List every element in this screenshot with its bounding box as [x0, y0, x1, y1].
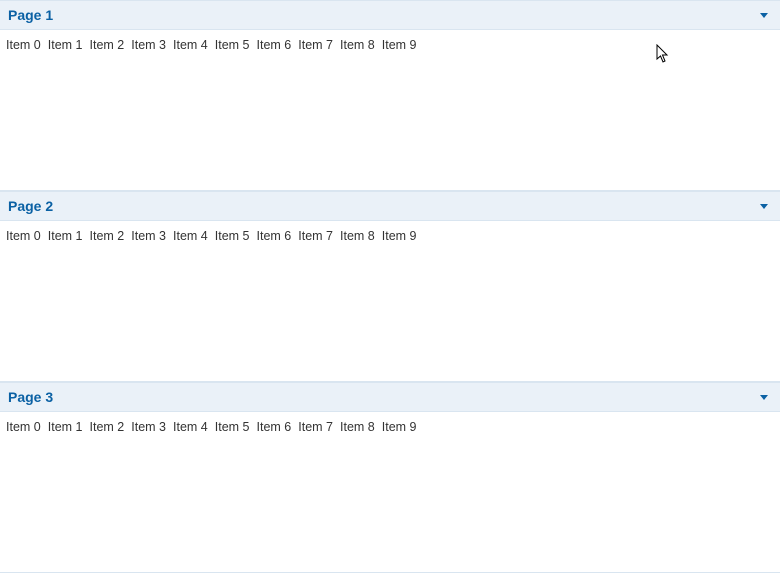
list-item[interactable]: Item 2 — [90, 36, 132, 54]
list-item[interactable]: Item 5 — [215, 36, 257, 54]
panel-body-page-3: Item 0 Item 1 Item 2 Item 3 Item 4 Item … — [0, 412, 780, 572]
list-item[interactable]: Item 1 — [48, 227, 90, 245]
list-item[interactable]: Item 5 — [215, 418, 257, 436]
item-row: Item 0 Item 1 Item 2 Item 3 Item 4 Item … — [6, 36, 774, 54]
list-item[interactable]: Item 4 — [173, 227, 215, 245]
list-item[interactable]: Item 9 — [382, 36, 424, 54]
list-item[interactable]: Item 7 — [298, 418, 340, 436]
list-item[interactable]: Item 1 — [48, 36, 90, 54]
list-item[interactable]: Item 6 — [257, 227, 299, 245]
panel-header-page-3[interactable]: Page 3 — [0, 383, 780, 412]
list-item[interactable]: Item 5 — [215, 227, 257, 245]
list-item[interactable]: Item 3 — [131, 227, 173, 245]
panel-page-2: Page 2 Item 0 Item 1 Item 2 Item 3 Item … — [0, 191, 780, 382]
panel-title: Page 1 — [8, 7, 53, 23]
list-item[interactable]: Item 9 — [382, 418, 424, 436]
chevron-down-icon — [760, 204, 768, 209]
list-item[interactable]: Item 8 — [340, 36, 382, 54]
list-item[interactable]: Item 3 — [131, 36, 173, 54]
list-item[interactable]: Item 8 — [340, 227, 382, 245]
list-item[interactable]: Item 1 — [48, 418, 90, 436]
panel-title: Page 2 — [8, 198, 53, 214]
item-row: Item 0 Item 1 Item 2 Item 3 Item 4 Item … — [6, 418, 774, 436]
list-item[interactable]: Item 2 — [90, 418, 132, 436]
item-row: Item 0 Item 1 Item 2 Item 3 Item 4 Item … — [6, 227, 774, 245]
list-item[interactable]: Item 0 — [6, 418, 48, 436]
chevron-down-icon — [760, 13, 768, 18]
panel-body-page-2: Item 0 Item 1 Item 2 Item 3 Item 4 Item … — [0, 221, 780, 381]
panel-page-1: Page 1 Item 0 Item 1 Item 2 Item 3 Item … — [0, 0, 780, 191]
list-item[interactable]: Item 7 — [298, 36, 340, 54]
list-item[interactable]: Item 4 — [173, 36, 215, 54]
panel-body-page-1: Item 0 Item 1 Item 2 Item 3 Item 4 Item … — [0, 30, 780, 190]
panel-header-page-2[interactable]: Page 2 — [0, 192, 780, 221]
panel-header-page-1[interactable]: Page 1 — [0, 1, 780, 30]
chevron-down-icon — [760, 395, 768, 400]
list-item[interactable]: Item 6 — [257, 418, 299, 436]
panel-title: Page 3 — [8, 389, 53, 405]
list-item[interactable]: Item 0 — [6, 36, 48, 54]
list-item[interactable]: Item 8 — [340, 418, 382, 436]
list-item[interactable]: Item 2 — [90, 227, 132, 245]
panel-page-3: Page 3 Item 0 Item 1 Item 2 Item 3 Item … — [0, 382, 780, 573]
list-item[interactable]: Item 4 — [173, 418, 215, 436]
list-item[interactable]: Item 0 — [6, 227, 48, 245]
list-item[interactable]: Item 6 — [257, 36, 299, 54]
list-item[interactable]: Item 3 — [131, 418, 173, 436]
list-item[interactable]: Item 7 — [298, 227, 340, 245]
list-item[interactable]: Item 9 — [382, 227, 424, 245]
